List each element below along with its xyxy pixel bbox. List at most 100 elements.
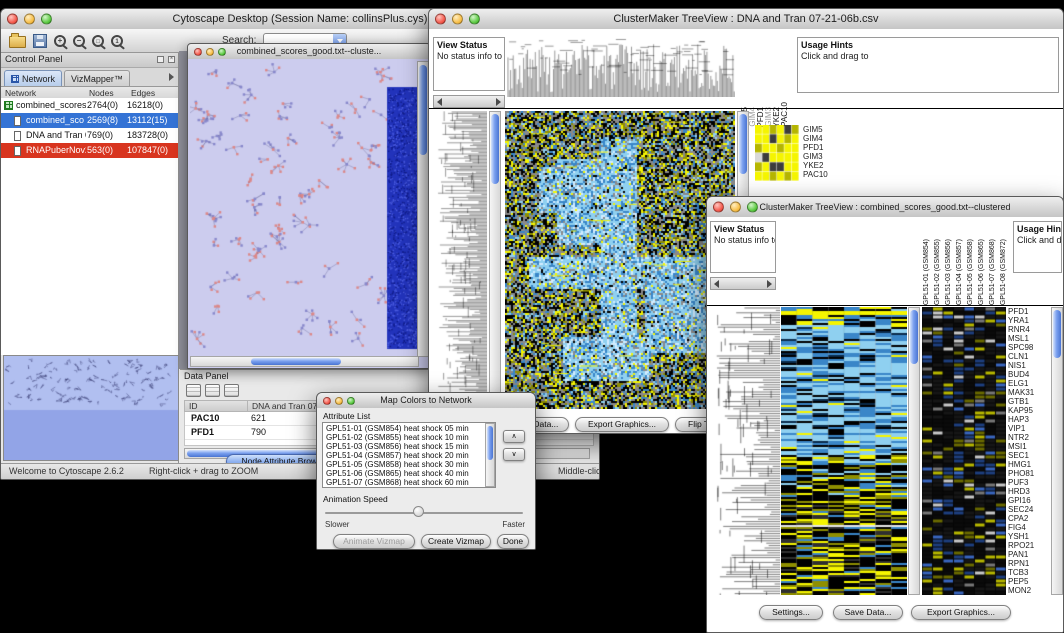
listbox-vscrollbar[interactable] bbox=[485, 423, 495, 487]
scroll-thumb[interactable] bbox=[491, 114, 499, 184]
column-dendrogram[interactable] bbox=[507, 37, 735, 97]
heatmap-canvas[interactable] bbox=[505, 111, 735, 409]
combined_sco[interactable]: combined_sco 2569(8) 13112(15) bbox=[1, 113, 178, 128]
gene-label[interactable]: MAK31 bbox=[1008, 388, 1050, 397]
zoom-out-icon[interactable] bbox=[73, 35, 85, 47]
gene-label[interactable]: PUF3 bbox=[1008, 478, 1050, 487]
gene-label[interactable]: HAP3 bbox=[1008, 415, 1050, 424]
gene-label[interactable]: PFD1 bbox=[803, 143, 843, 152]
gene-label[interactable]: SEC1 bbox=[1008, 451, 1050, 460]
close-button[interactable] bbox=[323, 397, 331, 405]
gene-label[interactable]: VIP1 bbox=[1008, 424, 1050, 433]
secondary-heatmap-canvas[interactable] bbox=[922, 307, 1006, 595]
minimize-button[interactable] bbox=[24, 14, 35, 25]
birdseye-view[interactable] bbox=[3, 355, 179, 461]
gene-label[interactable]: PAN1 bbox=[1008, 550, 1050, 559]
gene-label[interactable]: MON2 bbox=[1008, 586, 1050, 595]
zoom-button[interactable] bbox=[747, 202, 758, 213]
combined_scores[interactable]: combined_scores 2764(0) 16218(0) bbox=[1, 98, 178, 113]
column-label[interactable]: GPL51-08 (GSM872) bbox=[998, 239, 1009, 305]
close-button[interactable] bbox=[713, 202, 724, 213]
RNAPuberNov2+[interactable]: RNAPuberNov2+ 563(0) 107847(0) bbox=[1, 143, 178, 158]
gene-label[interactable]: HRD3 bbox=[1008, 487, 1050, 496]
attribute-list-item[interactable]: GPL51-06 (GSM865) heat shock 40 min bbox=[324, 469, 484, 478]
gene-label[interactable]: HMG1 bbox=[1008, 460, 1050, 469]
gene-label[interactable]: GIM3 bbox=[803, 152, 843, 161]
row-dendrogram[interactable] bbox=[710, 307, 780, 595]
move-down-button[interactable]: ∨ bbox=[503, 448, 525, 461]
heatmap-canvas[interactable] bbox=[781, 307, 907, 595]
attribute-listbox[interactable]: GPL51-01 (GSM854) heat shock 05 minGPL51… bbox=[322, 422, 496, 488]
done-button[interactable]: Done bbox=[497, 534, 529, 549]
save-session-icon[interactable] bbox=[33, 34, 47, 48]
attribute-list-item[interactable]: GPL51-03 (GSM856) heat shock 15 min bbox=[324, 442, 484, 451]
gene-label[interactable]: YRA1 bbox=[1008, 316, 1050, 325]
dialog-titlebar[interactable]: Map Colors to Network bbox=[317, 393, 535, 409]
zoom-button[interactable] bbox=[469, 14, 480, 25]
tab-network[interactable]: Network bbox=[4, 70, 62, 86]
scroll-thumb[interactable] bbox=[251, 358, 341, 365]
zoom-fit-icon[interactable] bbox=[92, 35, 104, 47]
slider-thumb[interactable] bbox=[413, 506, 424, 517]
column-label[interactable]: GPL51-04 (GSM857) bbox=[954, 239, 965, 305]
minimize-button[interactable] bbox=[335, 397, 343, 405]
gene-label[interactable]: PAC10 bbox=[803, 170, 843, 179]
attribute-list-item[interactable]: GPL51-05 (GSM858) heat shock 30 min bbox=[324, 460, 484, 469]
gene-label[interactable]: PEP5 bbox=[1008, 577, 1050, 586]
export-graphics-button[interactable]: Export Graphics... bbox=[911, 605, 1011, 620]
float-panel-icon[interactable] bbox=[157, 56, 164, 63]
attribute-list-item[interactable]: GPL51-07 (GSM868) heat shock 60 min bbox=[324, 478, 484, 486]
gene-label[interactable]: SEC24 bbox=[1008, 505, 1050, 514]
gene-label[interactable]: GIM5 bbox=[803, 125, 843, 134]
scroll-thumb[interactable] bbox=[739, 114, 747, 174]
close-panel-icon[interactable]: × bbox=[168, 56, 175, 63]
move-up-button[interactable]: ∧ bbox=[503, 430, 525, 443]
scroll-right-icon[interactable] bbox=[496, 98, 501, 106]
zoom-in-icon[interactable] bbox=[54, 35, 66, 47]
row-dendrogram[interactable] bbox=[433, 111, 487, 409]
heatmap-vscrollbar[interactable] bbox=[908, 307, 920, 595]
gene-label[interactable]: MSL1 bbox=[1008, 334, 1050, 343]
export-graphics-button[interactable]: Export Graphics... bbox=[575, 417, 669, 432]
gene-label[interactable]: PHO81 bbox=[1008, 469, 1050, 478]
attribute-select-icon[interactable] bbox=[186, 384, 201, 397]
column-label[interactable]: GPL51-03 (GSM856) bbox=[943, 239, 954, 305]
gene-label[interactable]: MSI1 bbox=[1008, 442, 1050, 451]
treeview2-titlebar[interactable]: ClusterMaker TreeView : combined_scores_… bbox=[707, 197, 1063, 218]
gene-label[interactable]: FIG4 bbox=[1008, 523, 1050, 532]
close-button[interactable] bbox=[7, 14, 18, 25]
save-data-button[interactable]: Save Data... bbox=[833, 605, 903, 620]
treeview1-titlebar[interactable]: ClusterMaker TreeView : DNA and Tran 07-… bbox=[429, 9, 1063, 30]
column-label[interactable]: GPL51-07 (GSM868) bbox=[987, 239, 998, 305]
gene-label[interactable]: RNR4 bbox=[1008, 325, 1050, 334]
gene-label[interactable]: ELG1 bbox=[1008, 379, 1050, 388]
column-label[interactable]: GPL51-02 (GSM855) bbox=[932, 239, 943, 305]
scroll-thumb[interactable] bbox=[487, 426, 493, 460]
attribute-delete-icon[interactable] bbox=[224, 384, 239, 397]
gene-label[interactable]: KAP95 bbox=[1008, 406, 1050, 415]
zoom-button[interactable] bbox=[218, 48, 226, 56]
attribute-create-icon[interactable] bbox=[205, 384, 220, 397]
column-label[interactable]: GPL51-01 (GSM854) bbox=[921, 239, 932, 305]
DNA and Tran 07[interactable]: DNA and Tran 07 769(0) 183728(0) bbox=[1, 128, 178, 143]
minimize-button[interactable] bbox=[452, 14, 463, 25]
scroll-left-icon[interactable] bbox=[437, 98, 442, 106]
gene-label[interactable]: RPO21 bbox=[1008, 541, 1050, 550]
scroll-thumb[interactable] bbox=[1053, 310, 1061, 358]
gene-label[interactable]: CPA2 bbox=[1008, 514, 1050, 523]
attribute-list-item[interactable]: GPL51-04 (GSM857) heat shock 20 min bbox=[324, 451, 484, 460]
gene-label[interactable]: YSH1 bbox=[1008, 532, 1050, 541]
network-canvas[interactable] bbox=[190, 61, 418, 357]
gene-label[interactable]: NIS1 bbox=[1008, 361, 1050, 370]
gene-label[interactable]: NTR2 bbox=[1008, 433, 1050, 442]
scroll-thumb[interactable] bbox=[910, 310, 918, 364]
gene-label[interactable]: BUD4 bbox=[1008, 370, 1050, 379]
minimize-button[interactable] bbox=[730, 202, 741, 213]
zoom-selected-icon[interactable] bbox=[111, 35, 123, 47]
gene-label[interactable]: RPN1 bbox=[1008, 559, 1050, 568]
gene-label[interactable]: YKE2 bbox=[803, 161, 843, 170]
settings-button[interactable]: Settings... bbox=[759, 605, 823, 620]
gene-label[interactable]: GTB1 bbox=[1008, 397, 1050, 406]
zoom-button[interactable] bbox=[347, 397, 355, 405]
attribute-list-item[interactable]: GPL51-02 (GSM855) heat shock 10 min bbox=[324, 433, 484, 442]
